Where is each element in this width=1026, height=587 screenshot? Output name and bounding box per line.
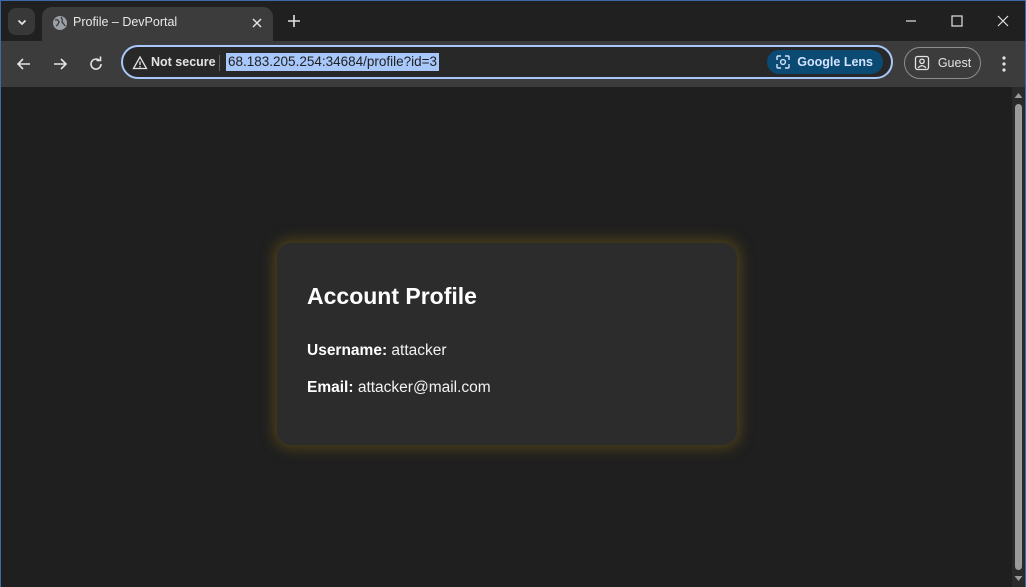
profile-card: Account Profile Username: attacker Email… [277, 243, 737, 445]
tab-strip: Profile – DevPortal [1, 1, 1025, 41]
profile-icon [914, 55, 929, 71]
globe-icon [53, 16, 67, 30]
page-content: Account Profile Username: attacker Email… [1, 87, 1012, 587]
profile-label: Guest [937, 56, 972, 70]
browser-toolbar: Not secure 68.183.205.254:34684/profile?… [1, 41, 1025, 87]
email-value: attacker@mail.com [353, 379, 491, 396]
username-value: attacker [387, 342, 447, 359]
email-row: Email: attacker@mail.com [307, 379, 491, 397]
scroll-down-arrow-icon[interactable] [1014, 574, 1023, 583]
maximize-icon[interactable] [947, 11, 967, 31]
scroll-up-arrow-icon[interactable] [1014, 91, 1023, 100]
warning-icon[interactable] [132, 55, 148, 71]
security-status-label[interactable]: Not secure [151, 55, 216, 69]
address-divider [219, 55, 220, 71]
new-tab-icon[interactable] [285, 12, 303, 30]
forward-icon[interactable] [50, 54, 70, 74]
page-title: Account Profile [307, 283, 477, 309]
back-icon[interactable] [14, 54, 34, 74]
profile-button[interactable]: Guest [904, 47, 981, 79]
vertical-scrollbar[interactable] [1012, 87, 1025, 587]
google-lens-button[interactable]: Google Lens [767, 50, 883, 74]
chevron-down-icon [17, 19, 26, 25]
email-label: Email: [307, 379, 354, 396]
tab-title: Profile – DevPortal [73, 15, 178, 29]
google-lens-label: Google Lens [797, 55, 873, 69]
scrollbar-thumb[interactable] [1015, 104, 1022, 570]
browser-window: Profile – DevPortal Not secure 68.183.20… [0, 0, 1026, 587]
lens-icon [776, 55, 790, 69]
url-text[interactable]: 68.183.205.254:34684/profile?id=3 [226, 53, 440, 71]
username-row: Username: attacker [307, 342, 447, 360]
close-tab-icon[interactable] [250, 16, 264, 30]
more-menu-icon[interactable] [996, 54, 1012, 74]
minimize-icon[interactable] [901, 11, 921, 31]
reload-icon[interactable] [86, 54, 106, 74]
address-bar[interactable]: Not secure 68.183.205.254:34684/profile?… [121, 45, 893, 79]
username-label: Username: [307, 342, 388, 359]
close-window-icon[interactable] [993, 11, 1013, 31]
tab-profile[interactable]: Profile – DevPortal [42, 7, 273, 41]
tab-search-button[interactable] [8, 8, 35, 35]
